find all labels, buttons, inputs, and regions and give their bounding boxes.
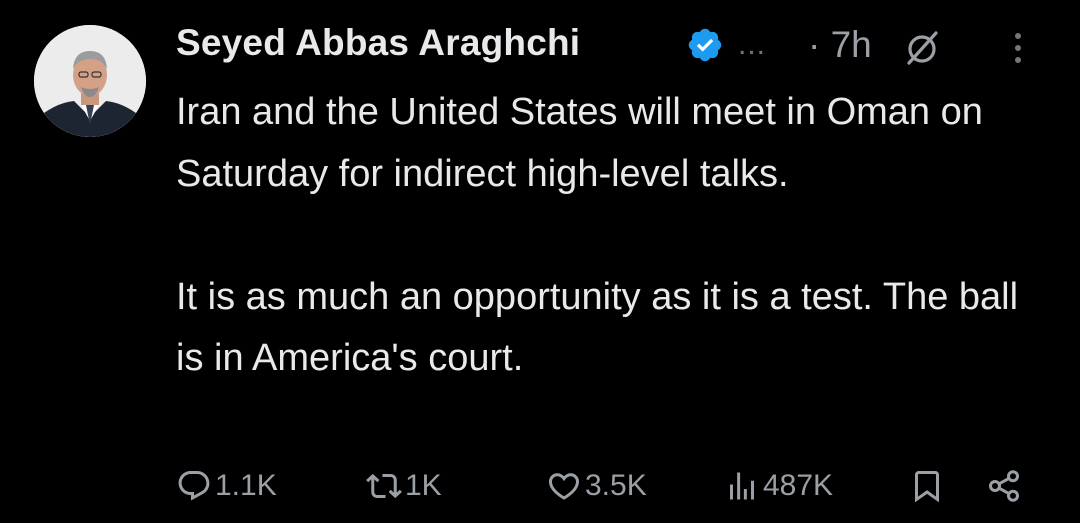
reply-icon [178, 471, 210, 501]
author-name[interactable]: Seyed Abbas Araghchi [176, 22, 580, 64]
repost-count: 1K [405, 469, 442, 502]
share-icon [989, 470, 1019, 502]
like-button[interactable]: 3.5K [546, 462, 647, 510]
tweet-text: Iran and the United States will meet in … [176, 82, 1036, 390]
author-handle[interactable]: ... [738, 28, 766, 62]
tweet-paragraph: Iran and the United States will meet in … [176, 91, 983, 195]
share-button[interactable] [986, 462, 1022, 510]
tweet-paragraph: It is as much an opportunity as it is a … [176, 275, 1019, 380]
avatar[interactable] [34, 25, 146, 137]
reply-count: 1.1K [215, 469, 277, 502]
bookmark-icon [915, 471, 939, 503]
tweet-time[interactable]: · 7h [808, 24, 872, 66]
grok-icon[interactable] [902, 28, 942, 68]
views-icon [730, 472, 754, 500]
action-bar: 1.1K 1K 3.5K 487K [176, 462, 1036, 510]
repost-icon [366, 473, 402, 499]
more-vertical-icon[interactable] [1006, 28, 1030, 68]
repost-button[interactable]: 1K [366, 462, 442, 510]
bookmark-button[interactable] [909, 462, 945, 510]
heart-icon [548, 473, 580, 500]
tweet-header: Seyed Abbas Araghchi ... · 7h [176, 18, 1046, 74]
reply-button[interactable]: 1.1K [176, 462, 277, 510]
views-count: 487K [763, 469, 834, 502]
views-button[interactable]: 487K [724, 462, 833, 510]
verified-badge-icon[interactable] [686, 26, 724, 64]
like-count: 3.5K [585, 469, 647, 502]
